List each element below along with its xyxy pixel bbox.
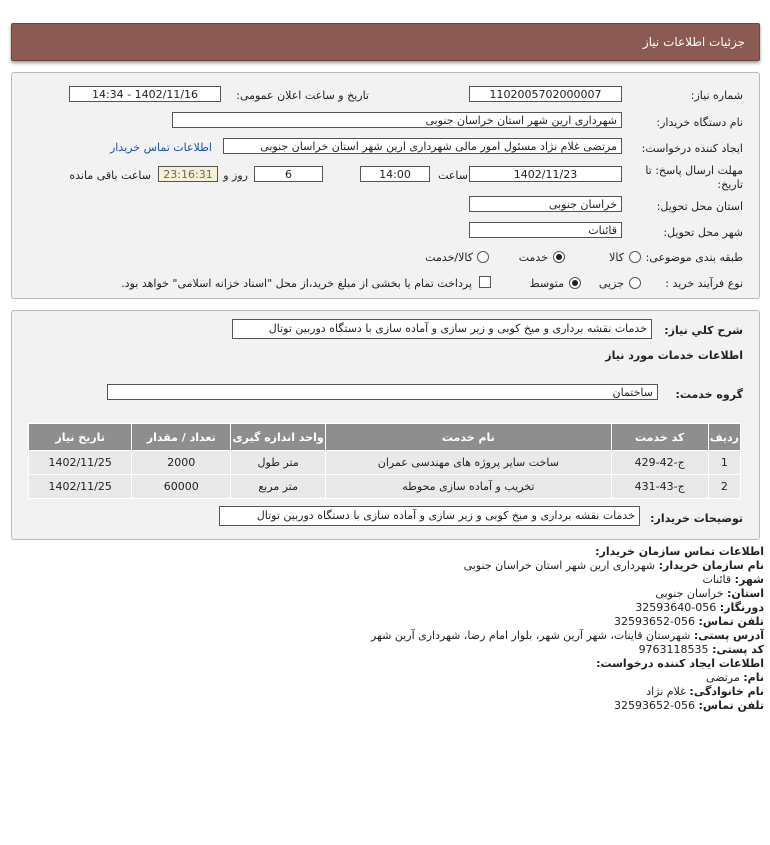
category-goods-radio[interactable]: [629, 251, 641, 263]
table-header-row: ردیف کد خدمت نام خدمت واحد اندازه گیری ت…: [27, 423, 742, 451]
cell-unit: متر طول: [230, 450, 327, 475]
purchase-minor-label: جزیی: [598, 277, 624, 290]
service-group-label: گروه خدمت:: [675, 388, 743, 401]
page-title: جزئیات اطلاعات نیاز: [642, 35, 745, 49]
delivery-province-field: خراسان جنوبی: [469, 196, 622, 212]
need-number-field: 1102005702000007: [469, 86, 622, 102]
need-number-label: شماره نیاز:: [690, 89, 743, 102]
col-row-header: ردیف: [707, 423, 742, 451]
col-date-header: تاریخ نیاز: [27, 423, 133, 451]
category-goods-service-label: کالا/خدمت: [425, 251, 473, 264]
need-info-panel: [11, 72, 760, 299]
services-table: ردیف کد خدمت نام خدمت واحد اندازه گیری ت…: [27, 423, 742, 499]
cell-code: ج-42-429: [610, 450, 709, 475]
delivery-city-field: قائنات: [469, 222, 622, 238]
contact-org-name: نام سازمان خریدار: شهرداری ارین شهر استا…: [463, 559, 764, 572]
contact-phone: تلفن تماس: 056-32593652: [614, 615, 764, 628]
purchase-type-label: نوع فرآیند خرید :: [665, 277, 743, 290]
announce-date-field: 1402/11/16 - 14:34: [69, 86, 221, 102]
cell-row: 1: [707, 450, 742, 475]
deadline-time-label: ساعت: [438, 169, 468, 182]
cell-date: 1402/11/25: [27, 474, 133, 499]
cell-code: ج-43-431: [610, 474, 709, 499]
table-row: 2 ج-43-431 تخریب و آماده سازی محوطه متر …: [27, 474, 742, 499]
delivery-city-label: شهر محل تحویل:: [663, 226, 743, 239]
deadline-time-field: 14:00: [360, 166, 430, 182]
deadline-label: مهلت ارسال پاسخ: تا: [645, 164, 743, 177]
remaining-time-label: ساعت باقی مانده: [69, 169, 151, 182]
creator-field: مرتضی غلام نژاد مسئول امور مالی شهرداری …: [223, 138, 622, 154]
contact-city: شهر: قائنات: [702, 573, 764, 586]
days-label: روز و: [223, 169, 248, 182]
col-unit-header: واحد اندازه گیری: [230, 423, 327, 451]
general-description-field: خدمات نقشه برداری و میخ کوبی و زیر سازی …: [232, 319, 652, 339]
buyer-name-field: شهرداری ارین شهر استان خراسان جنوبی: [172, 112, 622, 128]
remaining-time-field: 23:16:31: [158, 166, 218, 182]
category-service-label: خدمت: [518, 251, 548, 264]
cell-row: 2: [707, 474, 742, 499]
delivery-province-label: استان محل تحویل:: [656, 200, 743, 213]
creator-info-title: اطلاعات ایجاد کننده درخواست:: [596, 657, 764, 670]
deadline-label-date: تاریخ:: [717, 178, 743, 191]
days-remaining-field: 6: [254, 166, 323, 182]
cell-unit: متر مربع: [230, 474, 327, 499]
contact-postal-code: کد پستی: 9763118535: [638, 643, 764, 656]
creator-label: ایجاد کننده درخواست:: [641, 142, 743, 155]
col-name-header: نام خدمت: [325, 423, 612, 451]
services-section-title: اطلاعات خدمات مورد نیاز: [605, 349, 743, 362]
cell-name: تخریب و آماده سازی محوطه: [325, 474, 612, 499]
page-header: جزئیات اطلاعات نیاز: [11, 23, 760, 61]
category-service-radio[interactable]: [553, 251, 565, 263]
col-qty-header: تعداد / مقدار: [131, 423, 232, 451]
category-goods-service-radio[interactable]: [477, 251, 489, 263]
purchase-medium-radio[interactable]: [569, 277, 581, 289]
treasury-payment-text: پرداخت تمام یا بخشی از مبلغ خرید،از محل …: [121, 277, 472, 290]
col-code-header: کد خدمت: [610, 423, 709, 451]
cell-qty: 60000: [131, 474, 232, 499]
contact-province: استان: خراسان جنوبی: [655, 587, 764, 600]
category-label: طبقه بندی موضوعی:: [645, 251, 743, 264]
purchase-medium-label: متوسط: [529, 277, 564, 290]
buyer-description-label: توضیحات خریدار:: [650, 512, 743, 525]
purchase-minor-radio[interactable]: [629, 277, 641, 289]
announce-date-label: تاریخ و ساعت اعلان عمومی:: [236, 89, 369, 102]
contact-fax: دورنگار: 056-32593640: [635, 601, 764, 614]
cell-qty: 2000: [131, 450, 232, 475]
general-description-label: شرح کلي نياز:: [664, 324, 743, 337]
buyer-name-label: نام دستگاه خریدار:: [656, 116, 743, 129]
creator-phone: تلفن تماس: 056-32593652: [614, 699, 764, 712]
contact-address: آدرس پستی: شهرستان قاینات، شهر آرین شهر،…: [370, 629, 764, 642]
table-row: 1 ج-42-429 ساخت سایر پروژه های مهندسی عم…: [27, 450, 742, 475]
treasury-payment-checkbox[interactable]: [479, 276, 491, 288]
creator-first-name: نام: مرتضی: [706, 671, 764, 684]
deadline-date-field: 1402/11/23: [469, 166, 622, 182]
contact-org-title: اطلاعات تماس سازمان خریدار:: [595, 545, 764, 558]
creator-last-name: نام خانوادگی: غلام نژاد: [646, 685, 764, 698]
category-goods-label: کالا: [609, 251, 624, 264]
cell-date: 1402/11/25: [27, 450, 133, 475]
cell-name: ساخت سایر پروژه های مهندسی عمران: [325, 450, 612, 475]
buyer-contact-link[interactable]: اطلاعات تماس خریدار: [110, 141, 212, 154]
service-group-field: ساختمان: [107, 384, 658, 400]
buyer-description-field: خدمات نقشه برداری و میخ کوبی و زیر سازی …: [219, 506, 640, 526]
